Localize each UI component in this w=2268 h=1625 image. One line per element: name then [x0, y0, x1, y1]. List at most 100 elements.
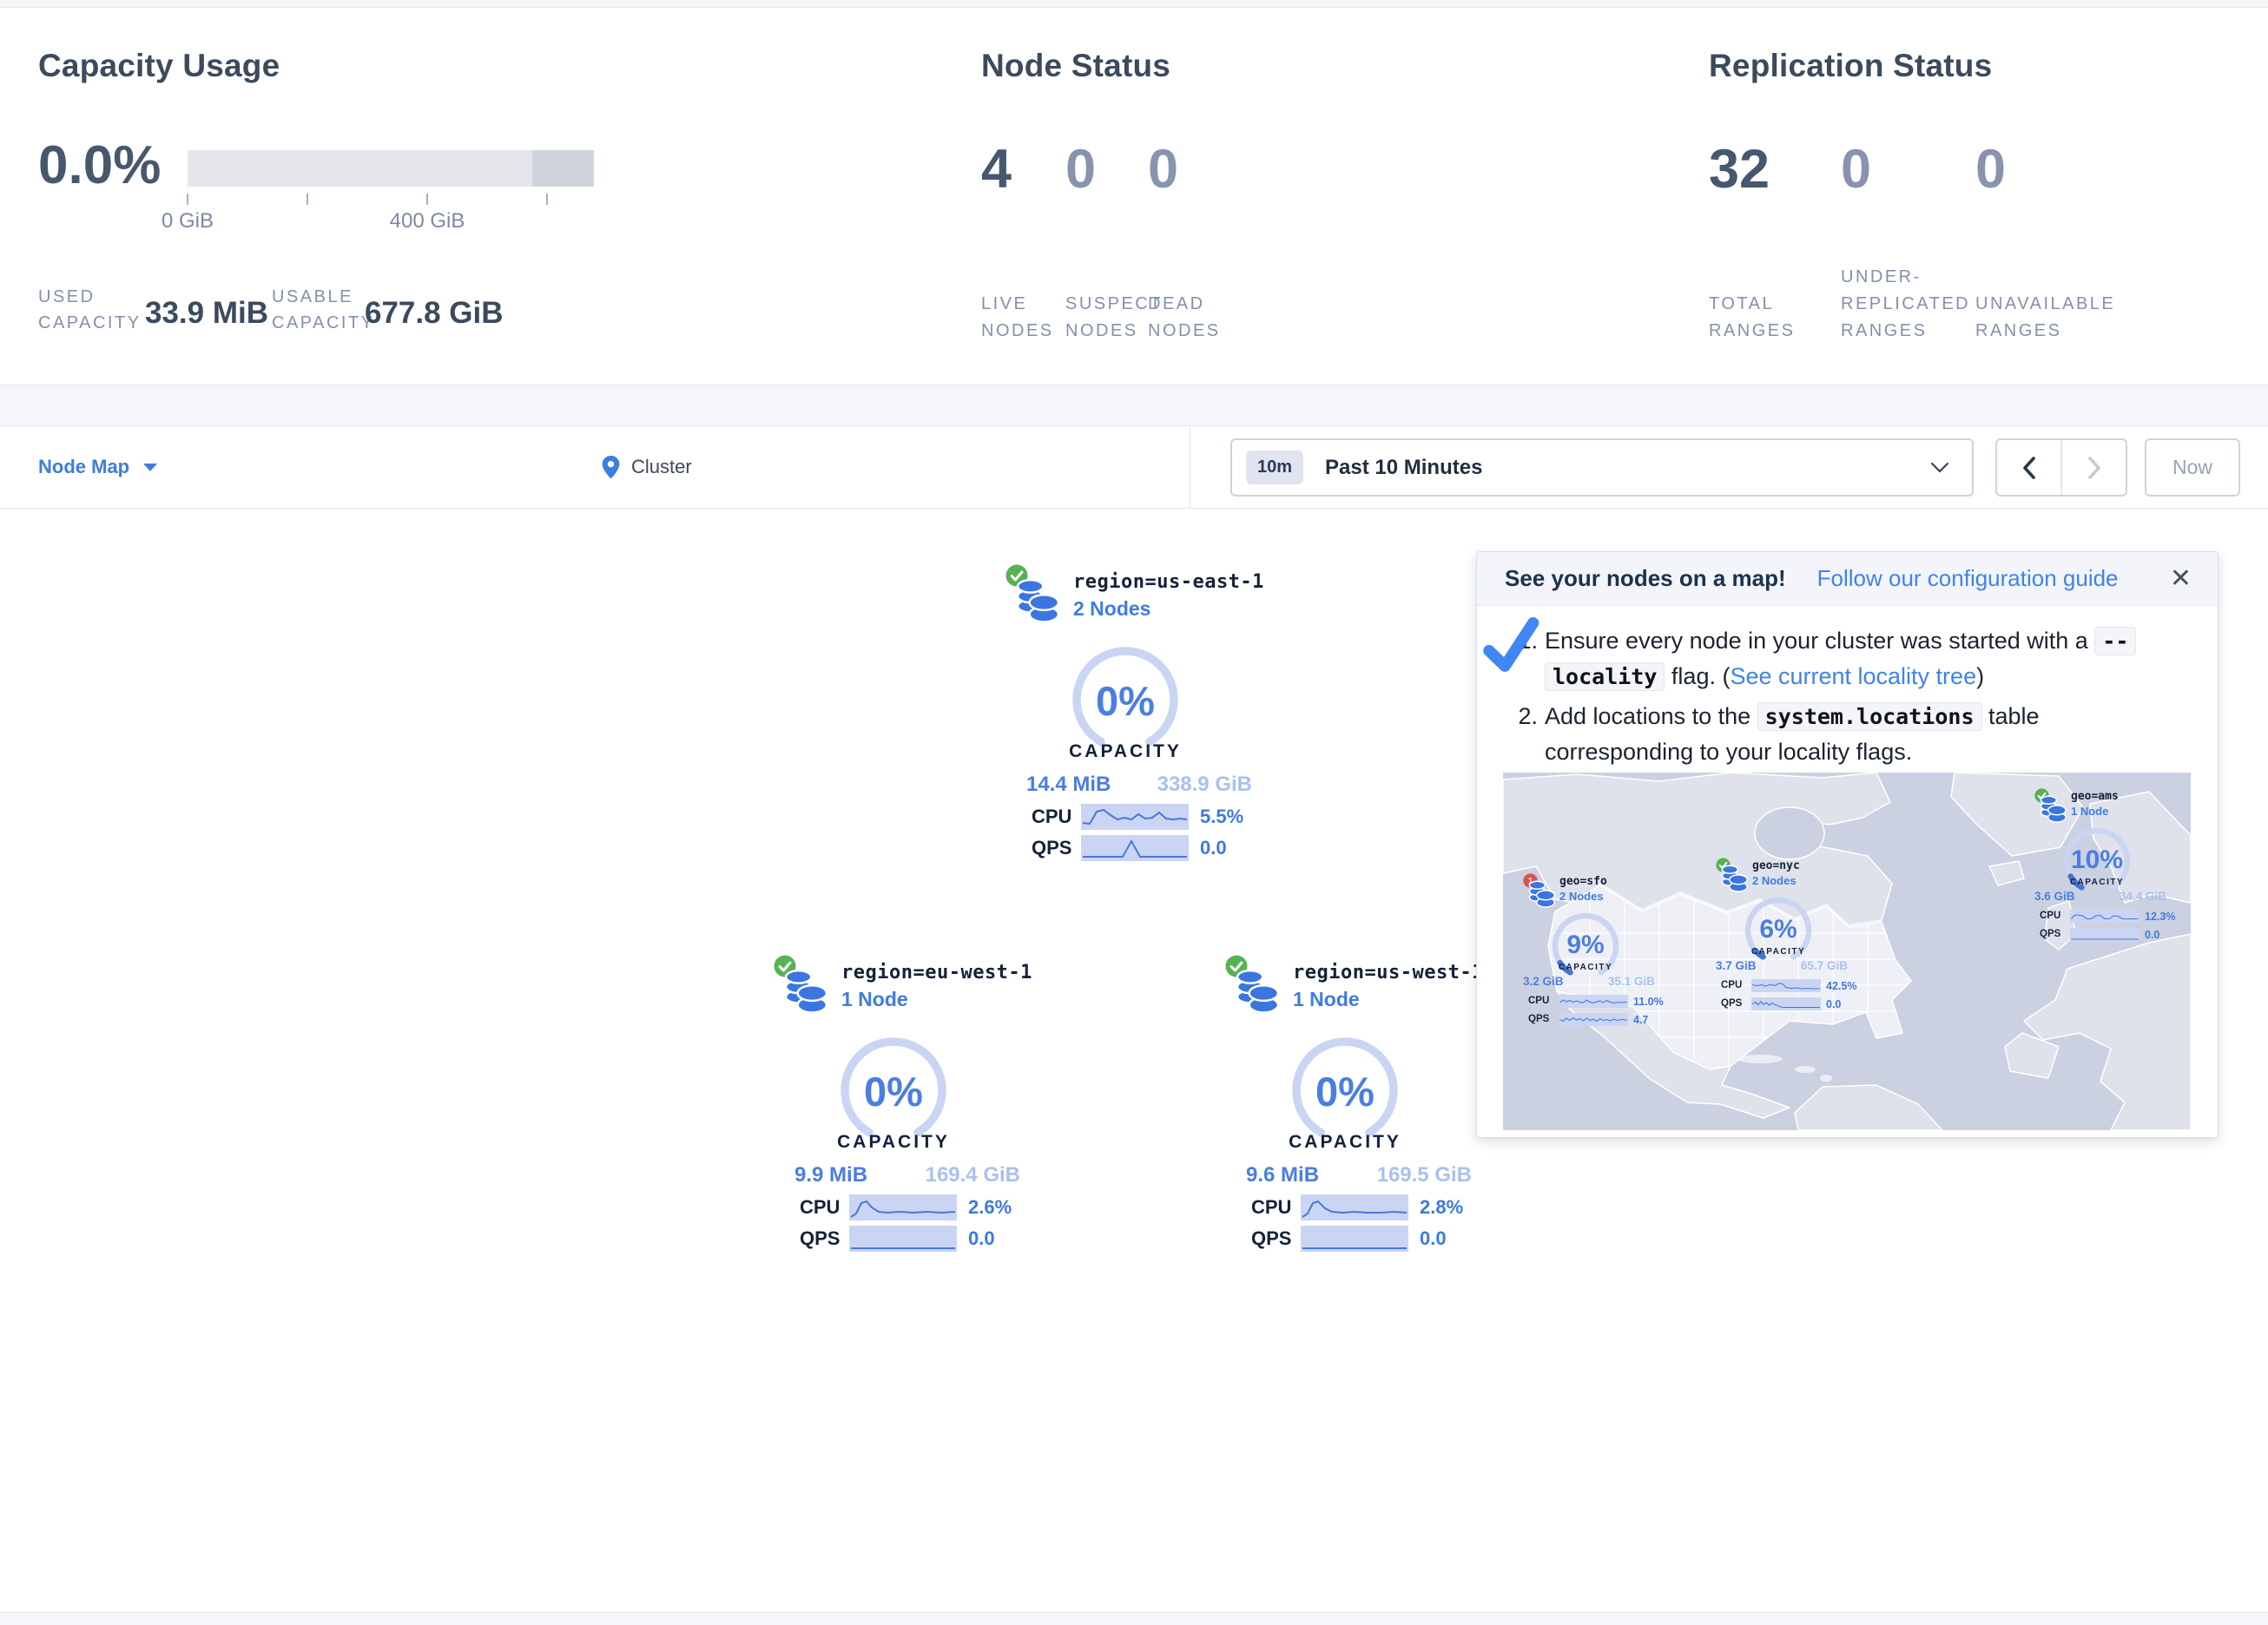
example-node-map-illustration: 1 geo=sfo 2 Nodes 9% CAPACITY 3.2 GiB 35… — [1503, 773, 2191, 1130]
axis-tick-label: 400 GiB — [375, 209, 479, 234]
live-nodes-label: LIVE NODES — [981, 291, 1061, 345]
total-ranges-stat: 32 TOTAL RANGES — [1709, 138, 1813, 345]
usable-capacity-value: 677.8 GiB — [365, 296, 504, 331]
total-capacity: 65.7 GiB — [1801, 959, 1848, 972]
node-count: 1 Node — [2071, 805, 2108, 818]
capacity-label: CAPACITY — [1533, 963, 1638, 972]
breadcrumb[interactable]: Cluster — [601, 426, 692, 508]
capacity-min-max: 14.4 MiB 338.9 GiB — [1026, 773, 1252, 797]
chevron-left-icon — [2022, 457, 2036, 479]
close-icon[interactable]: ✕ — [2170, 563, 2192, 594]
qps-sparkline — [1559, 1013, 1628, 1026]
configuration-guide-link[interactable]: Follow our configuration guide — [1817, 565, 2119, 592]
total-ranges-value: 32 — [1709, 138, 1813, 201]
code-chip: system.locations — [1757, 702, 1982, 731]
node-count-link[interactable]: 1 Node — [1293, 988, 1360, 1011]
qps-label: QPS — [2040, 929, 2060, 939]
node-map-canvas: region=us-east-1 2 Nodes 0% CAPACITY 14.… — [0, 509, 2268, 1612]
node-count-link[interactable]: 2 Nodes — [1073, 597, 1150, 621]
qps-label: QPS — [1251, 1227, 1291, 1250]
qps-sparkline — [849, 1226, 957, 1252]
capacity-label: CAPACITY — [1258, 1132, 1432, 1153]
capacity-label: CAPACITY — [2045, 878, 2149, 887]
location-pin-icon — [601, 455, 621, 480]
capacity-usage-bar — [188, 150, 594, 187]
code-chip: locality — [1545, 662, 1665, 691]
cpu-sparkline — [849, 1194, 957, 1220]
step-done-check-icon — [1480, 615, 1544, 678]
qps-sparkline — [1081, 835, 1189, 861]
view-selector-dropdown[interactable]: Node Map — [38, 426, 157, 508]
cpu-sparkline — [1301, 1194, 1408, 1220]
cpu-metric-row: CPU 12.3% — [2038, 910, 2166, 923]
qps-metric-row: QPS 0.0 — [1719, 997, 1848, 1010]
step-text: ) — [1976, 663, 1984, 689]
popup-title: See your nodes on a map! — [1505, 565, 1786, 592]
database-nodes-icon — [1016, 578, 1059, 623]
now-button[interactable]: Now — [2145, 438, 2240, 497]
capacity-min-max: 3.7 GiB 65.7 GiB — [1716, 959, 1848, 972]
under-replicated-label: UNDER-REPLICATED RANGES — [1841, 264, 1971, 345]
setup-step-1: 1.Ensure every node in your cluster was … — [1477, 623, 2218, 694]
used-capacity: 3.7 GiB — [1716, 959, 1757, 972]
capacity-min-max: 9.6 MiB 169.5 GiB — [1246, 1163, 1472, 1188]
previous-time-button[interactable] — [1997, 440, 2060, 495]
node-count-link[interactable]: 1 Node — [841, 988, 908, 1011]
time-window-label: Past 10 Minutes — [1325, 456, 1482, 480]
setup-steps: 1.Ensure every node in your cluster was … — [1477, 623, 2218, 769]
locality-label: geo=nyc — [1752, 859, 1800, 872]
step-text: Add locations to the — [1545, 703, 1757, 729]
total-capacity: 35.1 GiB — [1608, 975, 1655, 988]
qps-metric-row: QPS 0.0 — [1249, 1226, 1477, 1252]
cluster-summary-bar: Capacity Usage 0.0% 0 GiB 400 GiB USED C… — [0, 7, 2268, 385]
node-count: 2 Nodes — [1752, 874, 1797, 887]
node-group-card-us-west-1[interactable]: region=us-west-1 1 Node 0% CAPACITY 9.6 … — [1225, 955, 1477, 1259]
qps-label: QPS — [1528, 1014, 1549, 1024]
locality-label: region=eu-west-1 — [841, 962, 1032, 984]
qps-label: QPS — [800, 1227, 840, 1250]
cpu-sparkline — [2070, 910, 2139, 923]
database-nodes-icon — [1236, 969, 1279, 1014]
locality-tree-link[interactable]: See current locality tree — [1730, 663, 1976, 689]
capacity-min-max: 3.6 GiB 34.4 GiB — [2034, 890, 2166, 903]
view-selector-label: Node Map — [38, 456, 129, 478]
next-time-button[interactable] — [2060, 440, 2126, 495]
total-capacity: 34.4 GiB — [2120, 890, 2166, 903]
capacity-min-max: 9.9 MiB 169.4 GiB — [794, 1163, 1020, 1188]
qps-label: QPS — [1721, 998, 1742, 1009]
time-pager — [1995, 438, 2127, 497]
axis-tick — [187, 194, 188, 205]
cpu-label: CPU — [1032, 806, 1071, 828]
locality-label: region=us-west-1 — [1293, 962, 1484, 984]
map-toolbar: Node Map Cluster 10m Past 10 Minutes — [0, 425, 2268, 509]
cpu-label: CPU — [1721, 980, 1742, 990]
unavailable-value: 0 — [1975, 138, 2119, 201]
locality-label: region=us-east-1 — [1073, 571, 1264, 593]
caret-down-icon — [143, 464, 157, 471]
locality-label: geo=ams — [2071, 790, 2119, 803]
qps-value: 0.0 — [1200, 837, 1227, 859]
used-capacity: 9.6 MiB — [1246, 1163, 1319, 1188]
capacity-percent: 0% — [1038, 677, 1212, 725]
node-count: 2 Nodes — [1559, 890, 1604, 903]
used-capacity: 9.9 MiB — [794, 1163, 867, 1188]
axis-tick — [426, 194, 428, 205]
cpu-metric-row: CPU 2.8% — [1249, 1194, 1477, 1220]
node-group-card-us-east-1[interactable]: region=us-east-1 2 Nodes 0% CAPACITY 14.… — [1005, 564, 1257, 868]
database-nodes-icon — [1721, 865, 1748, 892]
capacity-bar-end-segment — [532, 150, 594, 187]
qps-metric-row: QPS 4.7 — [1526, 1013, 1655, 1026]
chevron-down-icon — [1930, 462, 1949, 473]
live-nodes-stat: 4 LIVE NODES — [981, 138, 1061, 345]
qps-sparkline — [2070, 928, 2139, 941]
capacity-usage-percent: 0.0% — [38, 135, 161, 196]
qps-value: 0.0 — [968, 1227, 995, 1250]
step-text: Ensure every node in your cluster was st… — [1545, 628, 2094, 654]
cpu-value: 2.8% — [1420, 1196, 1463, 1219]
capacity-usage-title: Capacity Usage — [38, 48, 280, 84]
capacity-percent: 0% — [807, 1068, 980, 1115]
dead-nodes-value: 0 — [1148, 138, 1235, 201]
qps-value: 0.0 — [1826, 998, 1841, 1010]
node-group-card-eu-west-1[interactable]: region=eu-west-1 1 Node 0% CAPACITY 9.9 … — [774, 955, 1025, 1259]
time-window-dropdown[interactable]: 10m Past 10 Minutes — [1230, 438, 1974, 497]
